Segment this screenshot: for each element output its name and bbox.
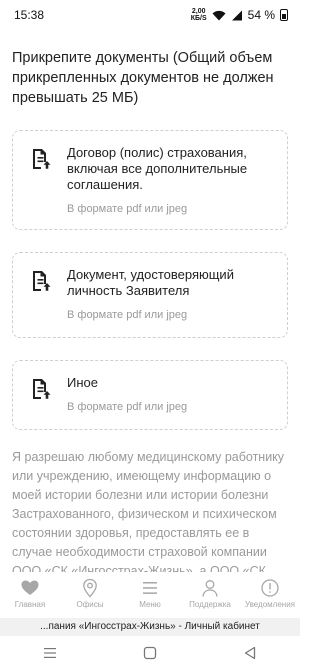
battery-icon [280, 9, 288, 21]
back-button[interactable] [235, 643, 265, 663]
nav-label: Уведомления [244, 600, 296, 609]
network-speed: 2,00 КБ/S [191, 8, 207, 22]
person-icon [202, 580, 218, 597]
upload-card-hint: В формате pdf или jpeg [67, 401, 188, 413]
upload-card-title: Документ, удостоверяющий личность Заявит… [67, 267, 234, 298]
nav-item-support[interactable]: Поддержка [180, 578, 240, 609]
heart-icon [21, 580, 39, 595]
exclamation-circle-icon [261, 579, 279, 597]
upload-card-hint: В формате pdf или jpeg [67, 203, 188, 215]
recent-apps-icon [44, 648, 56, 658]
signal-icon [231, 10, 242, 20]
recent-apps-button[interactable] [35, 643, 65, 663]
nav-label: Поддержка [189, 600, 231, 609]
upload-card-title: Договор (полис) страхования, включая все… [67, 145, 248, 192]
upload-card-identity[interactable]: Документ, удостоверяющий личность Заявит… [12, 252, 288, 338]
upload-card-hint: В формате pdf или jpeg [67, 309, 188, 321]
network-speed-value: 2,00 [191, 8, 206, 15]
page-heading: Прикрепите документы (Общий объем прикре… [12, 50, 274, 106]
nav-label: Офисы [76, 600, 104, 609]
nav-item-notifications[interactable]: Уведомления [240, 578, 300, 609]
nav-item-offices[interactable]: Офисы [60, 578, 120, 609]
hamburger-menu-icon [143, 582, 157, 594]
upload-card-other[interactable]: Иное В формате pdf или jpeg [12, 360, 288, 430]
nav-item-menu[interactable]: Меню [120, 578, 180, 609]
home-button[interactable] [135, 643, 165, 663]
document-upload-icon [33, 271, 51, 291]
battery-percent: 54 % [247, 8, 275, 22]
back-triangle-icon [244, 646, 256, 660]
nav-label: Меню [139, 600, 161, 609]
browser-title-bar: ...пания «Ингосстрах-Жизнь» - Личный каб… [0, 618, 300, 636]
system-nav-bar [0, 636, 300, 670]
upload-card-title: Иное [67, 375, 98, 390]
nav-item-home[interactable]: Главная [0, 578, 60, 609]
status-bar: 15:38 2,00 КБ/S 54 % [0, 0, 300, 30]
document-upload-icon [33, 149, 51, 169]
upload-card-policy[interactable]: Договор (полис) страхования, включая все… [12, 130, 288, 230]
wifi-icon [212, 10, 226, 20]
nav-label: Главная [14, 600, 46, 609]
status-time: 15:38 [14, 8, 45, 22]
network-speed-unit: КБ/S [190, 15, 207, 22]
status-icons: 2,00 КБ/S 54 % [191, 8, 288, 22]
bottom-nav: Главная Офисы Меню Поддержка Уведомления [0, 572, 300, 618]
main-content: Прикрепите документы (Общий объем прикре… [12, 48, 288, 600]
home-square-icon [143, 646, 157, 660]
location-pin-icon [83, 578, 97, 598]
document-upload-icon [33, 379, 51, 399]
